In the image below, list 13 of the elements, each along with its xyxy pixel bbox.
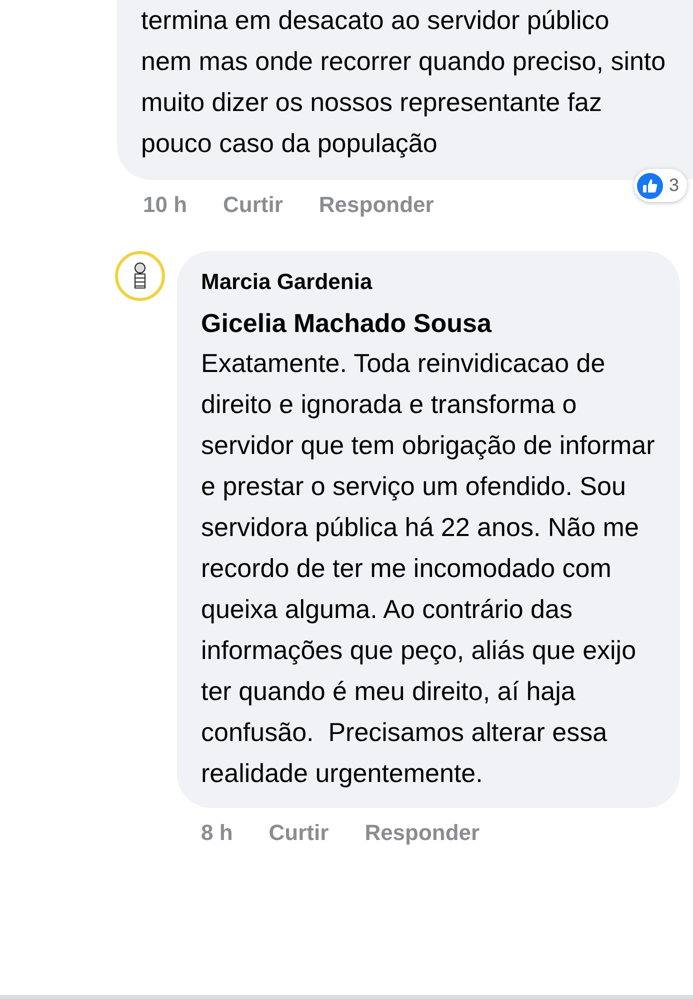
mention-link[interactable]: Gicelia Machado Sousa (201, 303, 664, 343)
reply-link[interactable]: Responder (318, 188, 434, 221)
comment-time: 8 h (201, 819, 233, 847)
reply-link[interactable]: Responder (364, 816, 480, 849)
avatar (115, 251, 165, 301)
comment-text: Exatamente. Toda reinvidicacao de direito e ignorada e transforma o servidor que tem obrigação de informar e prestar o serviço um ofendido. Sou servidora pública há 22 anos. Não me recordo de ter me incomodado com queixa alguma. Ao contrário das informações que peço, aliás que exijo ter quando é meu direito, aí haja confusão. Precisamos alterar essa realidade urgentemente. (201, 347, 656, 790)
reaction-count: 3 (668, 174, 679, 197)
comment-time: 10 h (143, 191, 188, 219)
like-link[interactable]: Curtir (268, 816, 329, 849)
comment-text: termina em desacato ao servidor público nem mas onde recorrer quando preciso, sinto muito dizer os nossos representante faz pouco caso da população (141, 4, 666, 160)
like-link[interactable]: Curtir (223, 188, 283, 221)
thumbs-up-icon (636, 172, 663, 198)
comment-author: Marcia Gardenia (201, 268, 374, 296)
